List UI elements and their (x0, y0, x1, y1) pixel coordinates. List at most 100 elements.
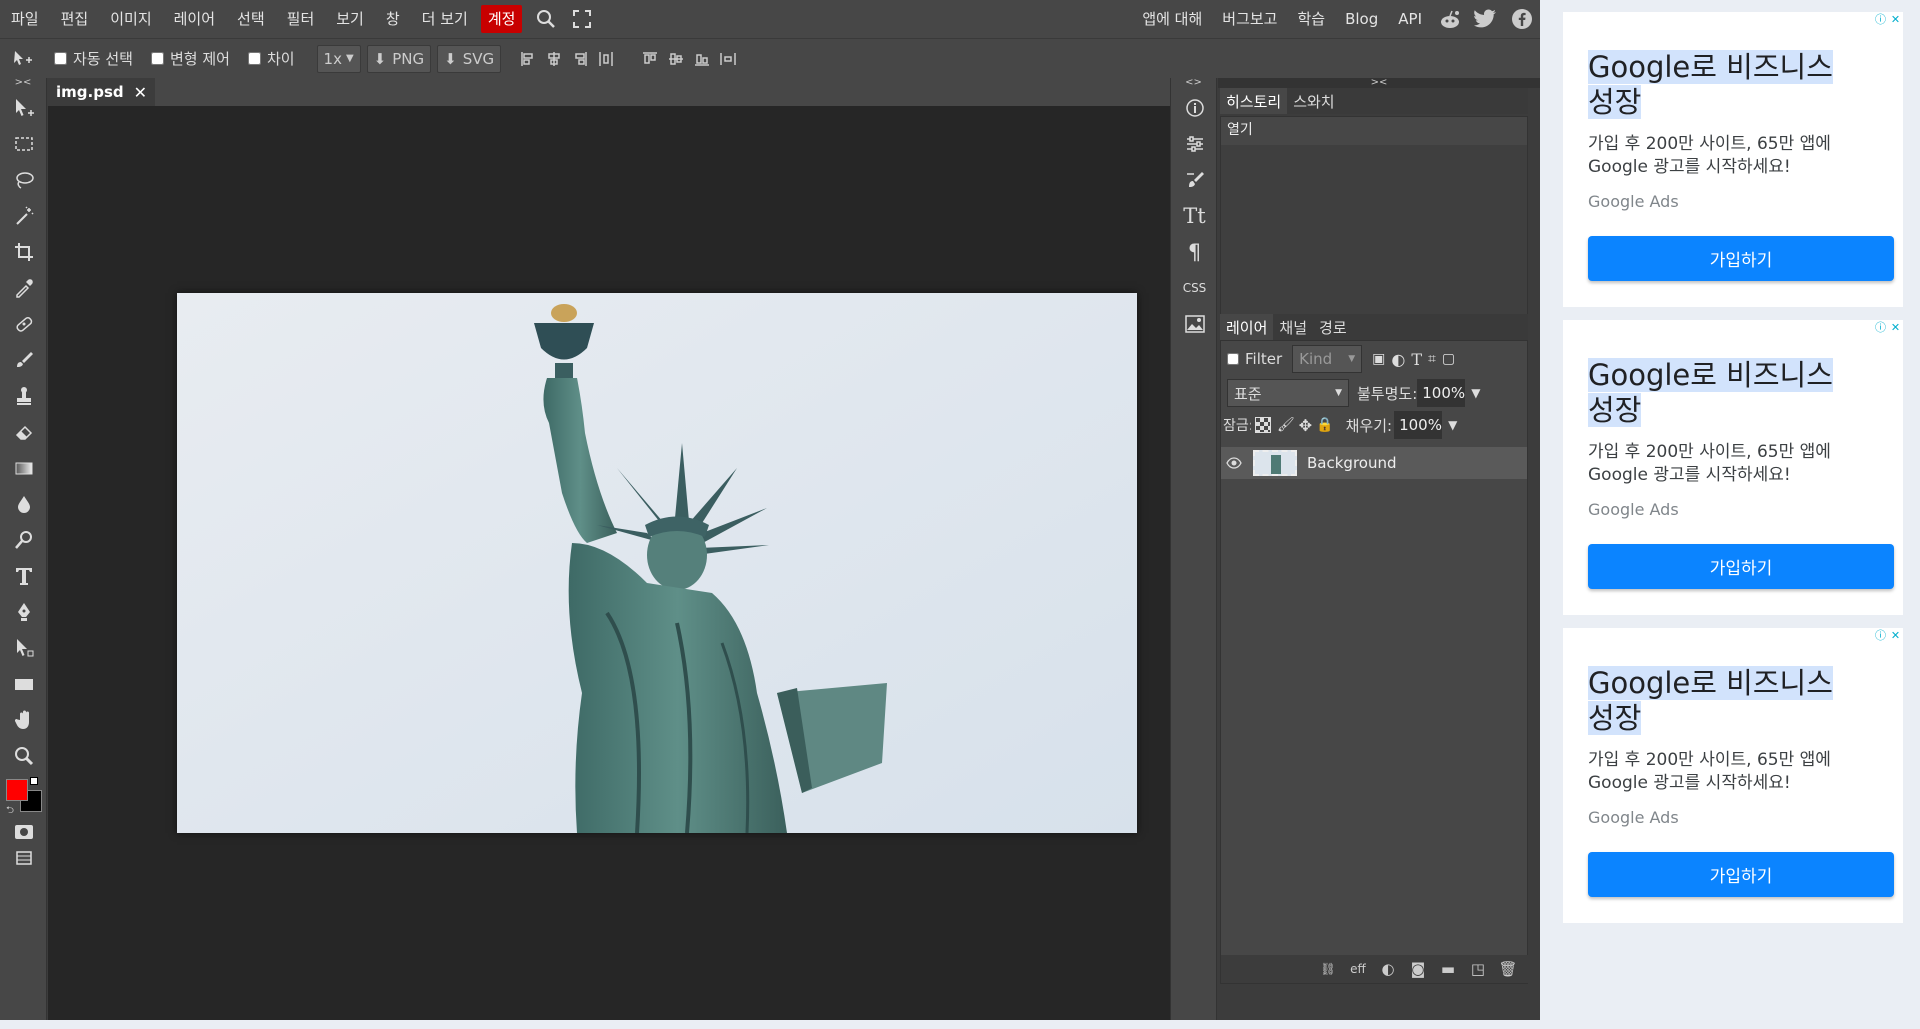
image-icon[interactable] (1171, 306, 1218, 342)
fill-dropdown-icon[interactable]: ▼ (1448, 418, 1457, 432)
menu-select[interactable]: 선택 (226, 0, 276, 38)
adjustment-layer-icon[interactable]: ◐ (1373, 955, 1403, 983)
menu-learn[interactable]: 학습 (1287, 0, 1335, 38)
clone-stamp-tool-icon[interactable] (0, 378, 47, 414)
lock-pixels-icon[interactable]: 🖌 (1277, 417, 1295, 433)
strip-collapse-icon[interactable]: <> (1171, 78, 1216, 90)
tab-layers[interactable]: 레이어 (1220, 314, 1274, 340)
ad-card[interactable]: ⓘ ✕ Google로 비즈니스 성장 가입 후 200만 사이트, 65만 앱에 … (1563, 628, 1903, 923)
css-icon[interactable]: CSS (1171, 270, 1218, 306)
menu-image[interactable]: 이미지 (99, 0, 162, 38)
export-svg-button[interactable]: ⬇ SVG (437, 44, 502, 73)
panels-collapse-icon[interactable]: >< (1218, 78, 1540, 88)
align-middle-icon[interactable] (663, 45, 689, 73)
canvas-area[interactable] (48, 106, 1170, 1020)
menu-view[interactable]: 보기 (325, 0, 375, 38)
distance-checkbox[interactable]: 차이 (247, 48, 295, 69)
filter-smart-icon[interactable]: ▢ (1442, 351, 1455, 367)
filter-adjust-icon[interactable]: ◐ (1391, 350, 1405, 369)
hand-tool-icon[interactable] (0, 702, 47, 738)
ad-card[interactable]: ⓘ ✕ Google로 비즈니스 성장 가입 후 200만 사이트, 65만 앱에 … (1563, 12, 1903, 307)
export-png-button[interactable]: ⬇ PNG (366, 44, 432, 73)
menu-layer[interactable]: 레이어 (163, 0, 226, 38)
align-right-icon[interactable] (567, 45, 593, 73)
ad-close-icon[interactable]: ✕ (1888, 628, 1903, 643)
lasso-tool-icon[interactable] (0, 162, 47, 198)
new-layer-icon[interactable]: ◳ (1463, 955, 1493, 983)
toolbox-collapse-icon[interactable]: >< (0, 78, 46, 90)
align-left-icon[interactable] (515, 45, 541, 73)
opacity-input[interactable]: 100% (1417, 379, 1466, 407)
ad-close-icon[interactable]: ✕ (1888, 320, 1903, 335)
ad-signup-button[interactable]: 가입하기 (1588, 236, 1894, 281)
document-tab[interactable]: img.psd ✕ (48, 78, 156, 106)
history-item-open[interactable]: 열기 (1221, 117, 1527, 143)
menu-filter[interactable]: 필터 (276, 0, 326, 38)
adjustments-icon[interactable] (1171, 126, 1218, 162)
menu-bug-report[interactable]: 버그보고 (1212, 0, 1287, 38)
screen-mode-icon[interactable] (0, 846, 47, 870)
transform-controls-checkbox[interactable]: 변형 제어 (150, 48, 230, 69)
transform-controls-input[interactable] (150, 52, 164, 65)
close-icon[interactable]: ✕ (134, 83, 147, 102)
ad-title[interactable]: Google로 비즈니스 성장 (1588, 50, 1878, 120)
kind-select[interactable]: Kind ▼ (1292, 345, 1363, 373)
ad-close-icon[interactable]: ✕ (1888, 12, 1903, 27)
fill-input[interactable]: 100% (1394, 411, 1443, 439)
distribute-h-icon[interactable] (593, 45, 619, 73)
distance-input[interactable] (247, 52, 261, 65)
ad-info-icon[interactable]: ⓘ (1873, 12, 1888, 27)
lock-transparency-icon[interactable] (1255, 417, 1271, 433)
brush-tool-icon[interactable] (0, 342, 47, 378)
crop-tool-icon[interactable] (0, 234, 47, 270)
layer-row-background[interactable]: Background (1221, 447, 1527, 479)
tab-paths[interactable]: 경로 (1313, 314, 1353, 340)
pen-tool-icon[interactable] (0, 594, 47, 630)
delete-layer-icon[interactable]: 🗑 (1493, 955, 1523, 983)
filter-type-icon[interactable]: T (1411, 350, 1422, 369)
tab-channels[interactable]: 채널 (1273, 314, 1314, 340)
rectangle-tool-icon[interactable] (0, 666, 47, 702)
move-tool-icon[interactable] (0, 90, 47, 126)
ad-title[interactable]: Google로 비즈니스 성장 (1588, 666, 1878, 736)
quick-mask-icon[interactable] (0, 818, 47, 846)
align-top-icon[interactable] (637, 45, 663, 73)
ad-choices[interactable]: ⓘ ✕ (1873, 12, 1903, 27)
foreground-color-swatch[interactable] (6, 779, 28, 801)
eye-icon[interactable] (1221, 457, 1247, 469)
facebook-icon[interactable] (1504, 0, 1540, 38)
ad-signup-button[interactable]: 가입하기 (1588, 852, 1894, 897)
ad-card[interactable]: ⓘ ✕ Google로 비즈니스 성장 가입 후 200만 사이트, 65만 앱에 … (1563, 320, 1903, 615)
menu-about[interactable]: 앱에 대해 (1132, 0, 1212, 38)
statue-of-liberty-image[interactable] (177, 293, 1137, 833)
reddit-icon[interactable] (1432, 0, 1468, 38)
magic-wand-tool-icon[interactable] (0, 198, 47, 234)
info-icon[interactable] (1171, 90, 1218, 126)
menu-file[interactable]: 파일 (0, 0, 50, 38)
blend-mode-select[interactable]: 표준 ▼ (1227, 379, 1349, 407)
layer-mask-icon[interactable]: ◙ (1403, 955, 1433, 983)
eraser-tool-icon[interactable] (0, 414, 47, 450)
ad-signup-button[interactable]: 가입하기 (1588, 544, 1894, 589)
tab-history[interactable]: 히스토리 (1220, 88, 1288, 114)
brush-settings-icon[interactable] (1171, 162, 1218, 198)
auto-select-input[interactable] (54, 52, 67, 65)
filter-image-icon[interactable]: ▣ (1372, 351, 1385, 367)
color-swatches[interactable]: ⮌ (0, 774, 47, 818)
swap-colors-icon[interactable] (30, 777, 38, 785)
align-center-h-icon[interactable] (541, 45, 567, 73)
scale-select[interactable]: 1x ▼ (316, 44, 361, 73)
twitter-icon[interactable] (1468, 0, 1504, 38)
layer-effects-button[interactable]: eff (1343, 955, 1373, 983)
eyedropper-tool-icon[interactable] (0, 270, 47, 306)
ad-info-icon[interactable]: ⓘ (1873, 628, 1888, 643)
menu-api[interactable]: API (1388, 0, 1432, 38)
lock-all-icon[interactable]: 🔒 (1316, 417, 1333, 433)
menu-account[interactable]: 계정 (480, 5, 523, 33)
menu-edit[interactable]: 편집 (50, 0, 100, 38)
zoom-tool-icon[interactable] (0, 738, 47, 774)
reset-colors-icon[interactable]: ⮌ (6, 803, 14, 820)
lock-position-icon[interactable]: ✥ (1299, 416, 1312, 435)
new-group-icon[interactable]: ▬ (1433, 955, 1463, 983)
paragraph-icon[interactable]: ¶ (1171, 234, 1218, 270)
